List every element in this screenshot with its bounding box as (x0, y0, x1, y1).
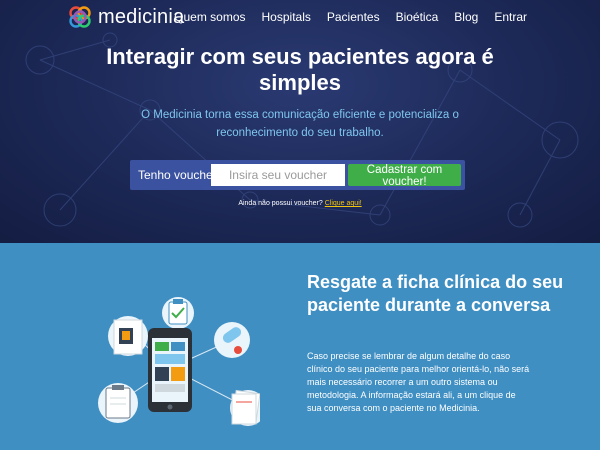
nav-link-quem-somos[interactable]: Quem somos (174, 10, 245, 24)
papers-stack-icon (230, 389, 260, 426)
phone-clinical-records-illustration (98, 297, 260, 426)
nav-link-entrar[interactable]: Entrar (494, 10, 527, 24)
smartphone-icon (148, 328, 192, 412)
xray-document-icon (108, 316, 148, 356)
brand-name[interactable]: medicinia (98, 5, 184, 29)
voucher-form: Tenho voucher Cadastrar com voucher! (130, 160, 465, 190)
pills-icon (214, 322, 250, 358)
top-navigation: medicinia Quem somos Hospitals Pacientes… (0, 0, 600, 34)
section-title: Resgate a ficha clínica do seu paciente … (307, 272, 564, 315)
nav-link-blog[interactable]: Blog (454, 10, 478, 24)
clipboard-top-icon (162, 297, 194, 329)
voucher-input[interactable] (211, 164, 345, 186)
nav-link-bioetica[interactable]: Bioética (396, 10, 439, 24)
no-voucher-text: Ainda não possui voucher? (238, 200, 323, 207)
hero-headline: Interagir com seus pacientes agora é sim… (106, 44, 494, 95)
register-voucher-button[interactable]: Cadastrar com voucher! (348, 164, 461, 188)
hero-section: medicinia Quem somos Hospitals Pacientes… (0, 0, 600, 243)
clinical-record-section: Resgate a ficha clínica do seu paciente … (0, 243, 600, 450)
click-here-link[interactable]: Clique aqui! (325, 200, 362, 207)
voucher-label: Tenho voucher (138, 168, 217, 182)
hero-subtitle: O Medicinia torna essa comunicação efici… (141, 109, 459, 139)
clipboard-left-icon (98, 383, 138, 423)
nav-link-pacientes[interactable]: Pacientes (327, 10, 380, 24)
medicinia-logo-icon[interactable] (67, 5, 93, 29)
nav-links: Quem somos Hospitals Pacientes Bioética … (174, 10, 527, 24)
section-description: Caso precise se lembrar de algum detalhe… (307, 351, 530, 413)
nav-link-hospitals[interactable]: Hospitals (262, 10, 311, 24)
no-voucher-row: Ainda não possui voucher? Clique aqui! (0, 200, 600, 207)
